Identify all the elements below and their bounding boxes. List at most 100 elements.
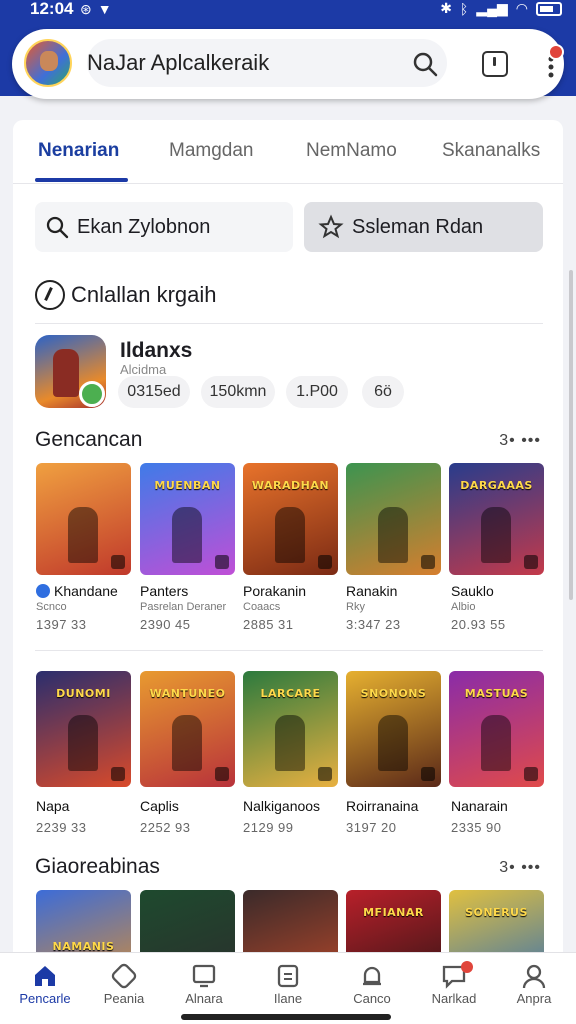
game-meta: 2390 45	[140, 617, 191, 632]
game-title[interactable]: Khandane	[36, 583, 118, 599]
thumbnail-title: SNONONS	[360, 687, 427, 700]
game-thumbnail[interactable]: WARADHAN	[243, 463, 338, 575]
featured-pill[interactable]: 6ö	[362, 376, 404, 408]
rating-icon	[524, 767, 538, 781]
games-icon	[111, 963, 137, 989]
search-icon[interactable]	[412, 51, 438, 77]
featured-pill[interactable]: 150kmn	[201, 376, 275, 408]
game-title[interactable]: Nanarain	[451, 798, 508, 814]
chip-left-label: Ekan Zylobnon	[77, 215, 211, 238]
game-meta: 3197 20	[346, 820, 397, 835]
bluetooth-icon: ᛒ	[459, 0, 469, 17]
game-thumbnail[interactable]: MASTUAS	[449, 671, 544, 787]
home-indicator[interactable]	[181, 1014, 391, 1020]
tab-nemnamo[interactable]: NemNamo	[306, 140, 397, 162]
game-thumbnail[interactable]: DUNOMI	[36, 671, 131, 787]
character-figure	[481, 507, 511, 563]
character-figure	[275, 715, 305, 771]
game-title[interactable]: Sauklo	[451, 583, 494, 599]
nav-item-apps[interactable]: Alnara	[164, 963, 244, 1006]
game-thumbnail[interactable]: LARCARE	[243, 671, 338, 787]
filter-chip-right[interactable]: Ssleman Rdan	[304, 202, 543, 252]
nav-label: Alnara	[185, 991, 223, 1006]
game-title[interactable]: Porakanin	[243, 583, 306, 599]
status-time: 12:04	[30, 0, 74, 18]
verified-icon	[36, 584, 50, 598]
game-title[interactable]: Napa	[36, 798, 69, 814]
nav-item-library[interactable]: Ilane	[248, 963, 328, 1006]
row-title: Gencancan	[35, 428, 143, 451]
featured-app-name[interactable]: Ildanxs	[120, 339, 192, 363]
game-subtitle: Coaacs	[243, 601, 281, 613]
game-meta: 20.93 55	[451, 617, 506, 632]
game-title-text: Khandane	[54, 583, 118, 599]
clock-icon	[35, 280, 65, 310]
vibrate-icon: ✱	[440, 0, 452, 16]
game-subtitle: Rky	[346, 601, 365, 613]
game-title[interactable]: Roirranaina	[346, 798, 418, 814]
tab-nenarian[interactable]: Nenarian	[38, 140, 119, 162]
filter-chip-left[interactable]: Ekan Zylobnon	[35, 202, 293, 252]
character-figure	[172, 715, 202, 771]
nav-item-games[interactable]: Peania	[84, 963, 164, 1006]
featured-pill[interactable]: 1.P00	[286, 376, 348, 408]
cast-icon[interactable]	[482, 51, 508, 77]
game-title[interactable]: Caplis	[140, 798, 179, 814]
character-figure	[378, 715, 408, 771]
game-title[interactable]: Panters	[140, 583, 188, 599]
nav-item-messages[interactable]: Narlkad	[414, 961, 494, 1006]
thumbnail-title: DUNOMI	[56, 687, 111, 700]
nav-item-home[interactable]: Pencarle	[5, 963, 85, 1006]
more-button[interactable]: 3• •••	[499, 432, 541, 450]
status-left-icons: ⊛ ▼	[80, 1, 112, 18]
thumbnail-title: MASTUAS	[464, 687, 529, 700]
nav-item-notifications[interactable]: Canco	[332, 963, 412, 1006]
game-thumbnail[interactable]: MUENBAN	[140, 463, 235, 575]
rating-icon	[524, 555, 538, 569]
nav-label: Anpra	[516, 991, 552, 1006]
game-thumbnail[interactable]: DARGAAAS	[449, 463, 544, 575]
game-meta: 2885 31	[243, 617, 294, 632]
section-divider	[35, 323, 543, 324]
nav-item-profile[interactable]: Anpra	[494, 963, 574, 1006]
game-thumbnail[interactable]: SNONONS	[346, 671, 441, 787]
tab-skananalks[interactable]: Skananalks	[442, 140, 540, 162]
verified-badge-icon	[79, 381, 105, 407]
game-meta: 2252 93	[140, 820, 191, 835]
game-meta: 2239 33	[36, 820, 87, 835]
rating-icon	[111, 555, 125, 569]
thumbnail-title: SONERUS	[465, 906, 528, 919]
active-tab-indicator	[35, 178, 128, 182]
notification-badge	[548, 44, 564, 60]
game-subtitle: Albio	[451, 601, 476, 613]
apps-icon	[192, 964, 216, 988]
rating-icon	[215, 555, 229, 569]
game-title[interactable]: Ranakin	[346, 583, 397, 599]
game-thumbnail[interactable]: WANTUNEO	[140, 671, 235, 787]
thumbnail-title: LARCARE	[260, 687, 321, 700]
featured-app-subtitle: Alcidma	[120, 362, 167, 377]
game-thumbnail[interactable]	[36, 463, 131, 575]
character-figure	[275, 507, 305, 563]
character-figure	[481, 715, 511, 771]
thumbnail-title: DARGAAAS	[460, 479, 533, 492]
status-right-icons: ✱ ᛒ ▂▄▆ ◠	[440, 0, 562, 17]
featured-pill[interactable]: 0315ed	[118, 376, 190, 408]
nav-label: Narlkad	[431, 991, 477, 1006]
tab-mamgdan[interactable]: Mamgdan	[169, 140, 254, 162]
tabs-divider	[13, 183, 563, 184]
search-input[interactable]	[87, 39, 447, 87]
home-icon	[35, 966, 55, 986]
game-title[interactable]: Nalkiganoos	[243, 798, 320, 814]
rating-icon	[421, 767, 435, 781]
nav-label: Pencarle	[19, 991, 71, 1006]
star-icon	[318, 214, 344, 239]
profile-icon	[522, 964, 546, 989]
wifi-icon: ◠	[515, 0, 528, 16]
thumbnail-title: MUENBAN	[154, 479, 221, 492]
avatar[interactable]	[24, 39, 72, 87]
game-meta: 1397 33	[36, 617, 87, 632]
game-thumbnail[interactable]	[346, 463, 441, 575]
more-button[interactable]: 3• •••	[499, 859, 541, 877]
scrollbar[interactable]	[569, 270, 573, 600]
